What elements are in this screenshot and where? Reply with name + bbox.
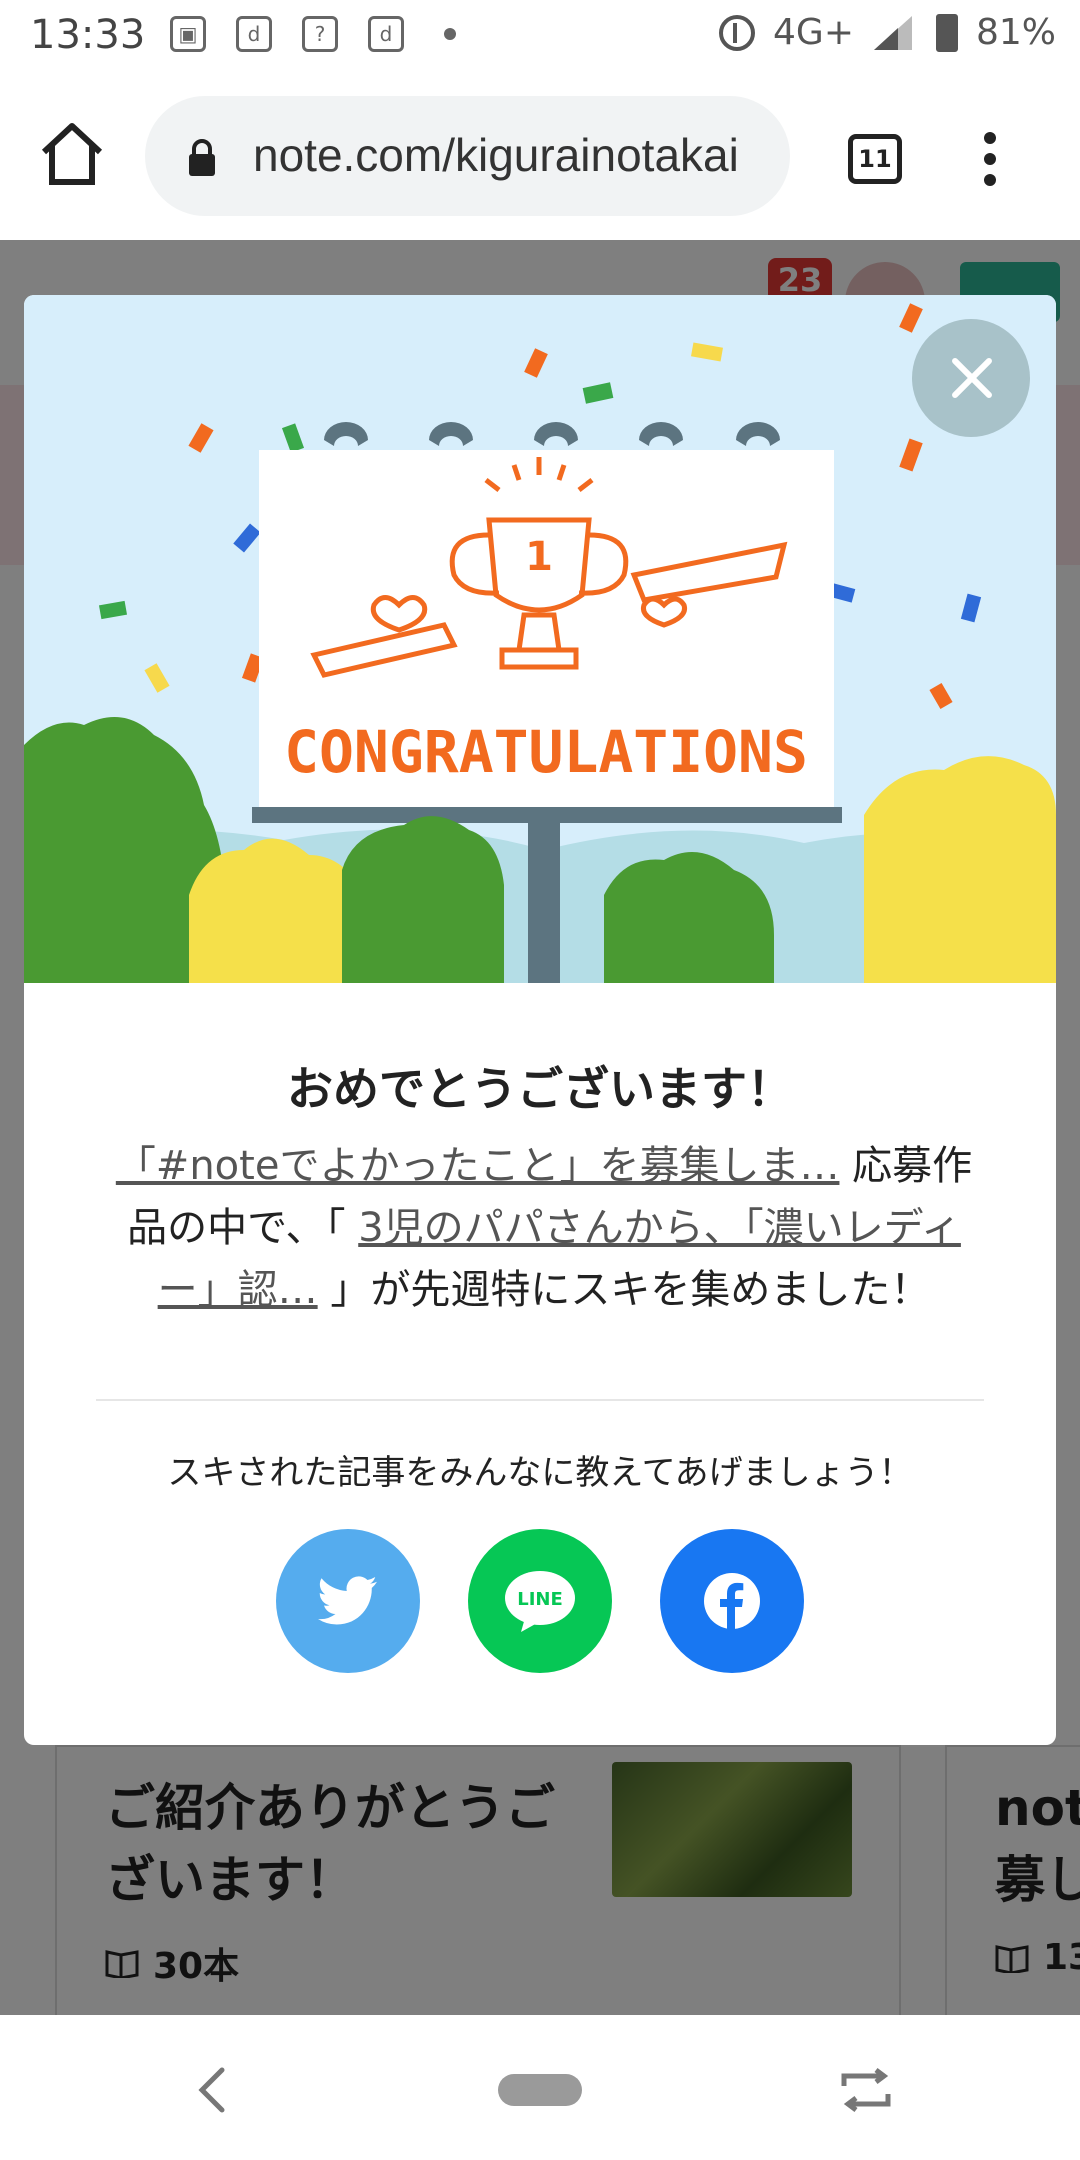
status-time: 13:33 (30, 12, 146, 58)
signal-icon (873, 15, 912, 50)
battery-level: 81% (975, 12, 1056, 53)
network-type: 4G+ (773, 12, 854, 53)
rotate-icon[interactable] (838, 2068, 894, 2112)
congratulations-illustration: 1 CONGRATULATIONS (24, 295, 1056, 983)
line-share-button[interactable]: LINE (468, 1529, 612, 1673)
modal-title: おめでとうございます！ (287, 1062, 793, 1116)
tab-switcher-button[interactable]: 11 (848, 134, 902, 184)
twitter-icon (318, 1576, 377, 1625)
d-icon: d (368, 16, 404, 52)
data-saver-icon (719, 14, 756, 51)
congratulations-modal: 1 CONGRATULATIONS おめでとうございます！ 「#noteでよかっ… (24, 295, 1056, 1745)
wifi-question-icon: ? (302, 16, 338, 52)
lock-icon (189, 139, 215, 176)
browser-toolbar: note.com/kigurainotakai 11 (0, 72, 1080, 240)
billboard-illustration: 1 CONGRATULATIONS (24, 303, 1056, 983)
notification-icons: ▣ d ? d (170, 16, 456, 52)
billboard-hooks (324, 422, 780, 446)
contest-link[interactable]: 「#noteでよかったこと」を募集しま… (116, 1143, 840, 1189)
body-text: 」が先週特にスキを集めました！ (317, 1267, 931, 1313)
back-icon[interactable] (192, 2066, 232, 2114)
home-pill-button[interactable] (498, 2074, 582, 2106)
status-bar: 13:33 ▣ d ? d 4G+ 81% (0, 0, 1080, 72)
battery-icon (935, 13, 958, 52)
svg-text:1: 1 (525, 534, 553, 580)
svg-text:LINE: LINE (517, 1589, 563, 1610)
share-buttons: LINE (276, 1529, 804, 1673)
home-icon[interactable] (38, 120, 106, 188)
url-text: note.com/kigurainotakai (253, 129, 739, 181)
close-button[interactable] (912, 319, 1030, 437)
line-icon: LINE (505, 1571, 575, 1632)
facebook-share-button[interactable] (660, 1529, 804, 1673)
modal-body: 「#noteでよかったこと」を募集しま… 応募作品の中で、「 3児のパパさんから… (104, 1135, 984, 1321)
more-menu-icon[interactable] (984, 132, 998, 188)
hero-congrats-text: CONGRATULATIONS (284, 718, 808, 786)
divider (96, 1399, 984, 1401)
share-prompt: スキされた記事をみんなに教えてあげましょう！ (167, 1453, 913, 1493)
system-nav-bar (0, 2018, 1080, 2160)
url-bar[interactable]: note.com/kigurainotakai (145, 96, 790, 216)
facebook-icon (704, 1573, 760, 1629)
dot-icon (444, 28, 456, 40)
d-icon: d (236, 16, 272, 52)
twitter-share-button[interactable] (276, 1529, 420, 1673)
system-icons: 4G+ 81% (719, 12, 1056, 53)
image-icon: ▣ (170, 16, 206, 52)
